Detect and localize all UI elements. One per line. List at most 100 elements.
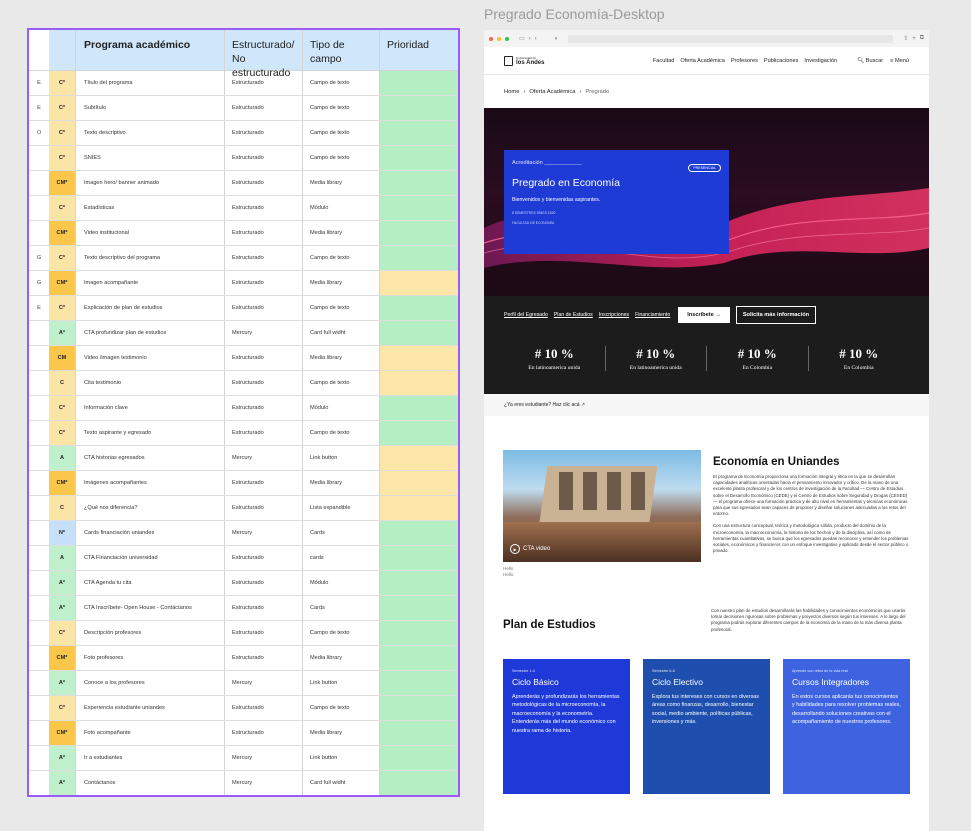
play-button[interactable]: ▶ CTA video [510, 544, 550, 554]
link-inscripciones[interactable]: Inscripciones [599, 312, 629, 318]
table-row[interactable]: A* Ir a estudiantes Mercury Link button [29, 746, 458, 771]
inscribete-button[interactable]: Inscríbete → [678, 307, 730, 323]
table-row[interactable]: A* CTA Agenda tu cita Estructurado Módulo [29, 571, 458, 596]
stat-item: # 10 % En latinoamerica unida [504, 346, 606, 371]
row-structure: Estructurado [225, 246, 303, 270]
shield-icon: ◐ [554, 35, 559, 42]
tabs-icon[interactable]: ⧉ [920, 35, 924, 42]
video-player[interactable]: ▶ CTA video [503, 450, 701, 562]
table-row[interactable]: CM* Foto profesores Estructurado Media libr… [29, 646, 458, 671]
row-priority [380, 421, 458, 445]
table-row[interactable]: E C* Subtítulo Estructurado Campo de texto [29, 96, 458, 121]
table-row[interactable]: CM* Imagen hero/ banner animado Estructura… [29, 171, 458, 196]
table-row[interactable]: C* Información clave Estructurado Módulo [29, 396, 458, 421]
close-dot-icon[interactable] [489, 36, 493, 41]
row-letter [29, 571, 49, 595]
table-row[interactable]: E C* Explicación de plan de estudios Estruc… [29, 296, 458, 321]
table-row[interactable]: G CM* Imagen acompañante Estructurado Media … [29, 271, 458, 296]
card-ciclo-basico[interactable]: Semestre 1-4 Ciclo Básico Aprenderás y p… [503, 658, 630, 794]
back-icon[interactable]: ‹ [529, 36, 531, 42]
stat-item: # 10 % En Colombia [707, 346, 809, 371]
breadcrumb-home[interactable]: Home [504, 89, 519, 95]
search-button[interactable]: 🔍︎ Buscar [857, 58, 883, 64]
row-letter [29, 171, 49, 195]
table-row[interactable]: C* Descripción profesores Estructurado Camp… [29, 621, 458, 646]
row-letter [29, 671, 49, 695]
table-row[interactable]: C* Experiencia estudiante uniandes Estruct… [29, 696, 458, 721]
table-row[interactable]: A CTA historias egresados Mercury Link butt… [29, 446, 458, 471]
row-priority [380, 696, 458, 720]
table-row[interactable]: C Cita testimonio Estructurado Campo de tex… [29, 371, 458, 396]
row-field-type: Campo de texto [303, 371, 380, 395]
table-row[interactable]: A* Conoce a los profesores Mercury Link but… [29, 671, 458, 696]
link-financiamiento[interactable]: Financiamiento [635, 312, 670, 318]
card-cursos-integradores[interactable]: Aprende con retos de la vida real Cursos… [783, 658, 910, 794]
breadcrumb-section[interactable]: Oferta Académica [529, 89, 575, 95]
row-structure: Estructurado [225, 96, 303, 120]
website-preview: ▭ ‹ › ◐ ⇧ + ⧉ Universidad de los Andes F… [484, 30, 929, 831]
row-program-field: Imagen hero/ banner animado [76, 171, 225, 195]
menu-button[interactable]: ≡ Menú [890, 58, 909, 64]
table-row[interactable]: C* Texto aspirante y egresado Estructurado… [29, 421, 458, 446]
table-row[interactable]: G C* Texto descriptivo del programa Estruct… [29, 246, 458, 271]
table-row[interactable]: CM* Foto acompañante Estructurado Media lib… [29, 721, 458, 746]
logo-mark-icon [504, 55, 513, 66]
table-row[interactable]: A* Contáctanos Mercury Card full widht [29, 771, 458, 795]
nav-oferta[interactable]: Oferta Académica [680, 58, 724, 64]
table-row[interactable]: CM Video /imagen testimonio Estructurado Me… [29, 346, 458, 371]
row-priority [380, 96, 458, 120]
row-program-field: CTA Financiación universidad [76, 546, 225, 570]
row-field-type: Campo de texto [303, 696, 380, 720]
row-priority [380, 221, 458, 245]
row-program-field: Texto descriptivo del programa [76, 246, 225, 270]
table-row[interactable]: A CTA Financiación universidad Estructurad… [29, 546, 458, 571]
table-row[interactable]: O C* Texto descriptivo Estructurado Campo de… [29, 121, 458, 146]
nav-profesores[interactable]: Profesores [731, 58, 758, 64]
table-row[interactable]: C* SNIES Estructurado Campo de texto [29, 146, 458, 171]
table-row[interactable]: CM* Imágenes acompañantes Estructurado Medi… [29, 471, 458, 496]
row-structure: Mercury [225, 321, 303, 345]
browser-toolbar: ▭ ‹ › ◐ ⇧ + ⧉ [484, 30, 929, 47]
table-row[interactable]: C* Estadísticas Estructurado Módulo [29, 196, 458, 221]
row-tag: N* [49, 521, 76, 545]
nav-facultad[interactable]: Facultad [653, 58, 674, 64]
link-plan[interactable]: Plan de Estudios [554, 312, 593, 318]
row-tag: CM [49, 346, 76, 370]
forward-icon[interactable]: › [535, 36, 537, 42]
row-priority [380, 721, 458, 745]
sidebar-toggle-icon[interactable]: ▭ [519, 35, 525, 42]
hamburger-icon: ≡ [890, 57, 894, 64]
row-priority [380, 571, 458, 595]
row-structure: Estructurado [225, 121, 303, 145]
table-row[interactable]: A* CTA Inscríbete- Open House - Contáctan… [29, 596, 458, 621]
row-program-field: Foto profesores [76, 646, 225, 670]
table-row[interactable]: N* Cards financiación uniandes Mercury Card… [29, 521, 458, 546]
row-structure: Estructurado [225, 696, 303, 720]
row-program-field: CTA profundizar plan de estudios [76, 321, 225, 345]
row-priority [380, 296, 458, 320]
row-letter [29, 646, 49, 670]
more-info-button[interactable]: Solicita más información [735, 306, 817, 324]
row-program-field: Imagen acompañante [76, 271, 225, 295]
table-row[interactable]: C ¿Qué nos diferencia? Estructurado Lista e… [29, 496, 458, 521]
nav-investigacion[interactable]: Investigación [804, 58, 837, 64]
share-icon[interactable]: ⇧ [903, 35, 908, 42]
table-header: Programa académico Estructurado/ No estr… [29, 30, 458, 79]
table-row[interactable]: E C* Título del programa Estructurado Campo … [29, 71, 458, 96]
maximize-dot-icon[interactable] [505, 36, 509, 41]
minimize-dot-icon[interactable] [497, 36, 501, 41]
nav-publicaciones[interactable]: Publicaciones [764, 58, 799, 64]
card-ciclo-electivo[interactable]: Semestre 6-8 Ciclo Electivo Explora tus … [643, 658, 770, 794]
row-program-field: Video /imagen testimonio [76, 346, 225, 370]
university-logo[interactable]: Universidad de los Andes [504, 55, 544, 66]
row-letter [29, 521, 49, 545]
new-tab-icon[interactable]: + [912, 36, 916, 42]
student-link[interactable]: ¿Ya eres estudiante? Haz clic acá ↗ [484, 394, 929, 416]
content-table[interactable]: Programa académico Estructurado/ No estr… [27, 28, 460, 797]
address-bar[interactable] [568, 34, 894, 43]
link-perfil[interactable]: Perfil del Egresado [504, 312, 548, 318]
table-row[interactable]: A* CTA profundizar plan de estudios Mercur… [29, 321, 458, 346]
row-tag: A [49, 446, 76, 470]
row-letter [29, 371, 49, 395]
table-row[interactable]: CM* Video institucional Estructurado Media … [29, 221, 458, 246]
